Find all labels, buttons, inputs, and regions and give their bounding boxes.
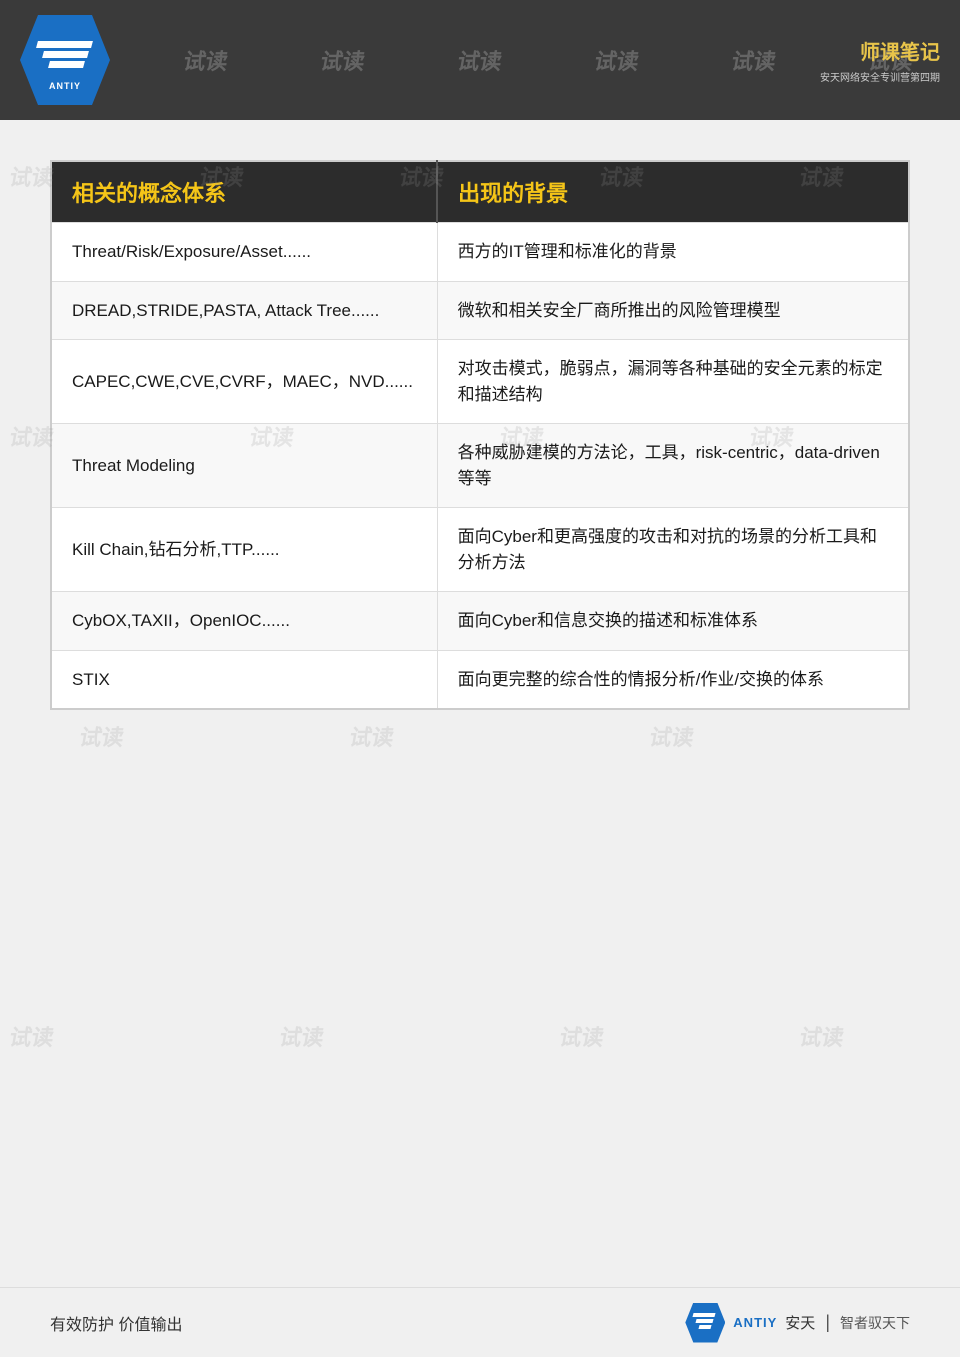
wm-3: 试读 <box>318 44 368 76</box>
table-cell-left-2: CAPEC,CWE,CVE,CVRF，MAEC，NVD...... <box>51 340 437 424</box>
footer-stripe-2 <box>696 1319 714 1323</box>
wm-2: 试读 <box>181 44 231 76</box>
concepts-table: 相关的概念体系 出现的背景 Threat/Risk/Exposure/Asset… <box>50 160 910 710</box>
header-brand-name: 师课笔记 <box>860 36 940 65</box>
table-cell-right-4: 面向Cyber和更高强度的攻击和对抗的场景的分析工具和分析方法 <box>437 508 909 592</box>
header-brand-sub: 安天网络安全专训营第四期 <box>820 69 940 84</box>
logo-stripe-3 <box>48 61 85 68</box>
table-cell-right-3: 各种威胁建模的方法论，工具，risk-centric，data-driven等等 <box>437 424 909 508</box>
table-cell-right-2: 对攻击模式，脆弱点，漏洞等各种基础的安全元素的标定和描述结构 <box>437 340 909 424</box>
bwm-13: 试读 <box>7 1020 57 1052</box>
footer-sub-brand: 智者驭天下 <box>840 1313 910 1333</box>
wm-5: 试读 <box>592 44 642 76</box>
footer-brand-name: 安天 <box>785 1312 815 1333</box>
table-cell-left-6: STIX <box>51 650 437 709</box>
table-cell-left-5: CybOX,TAXII，OpenIOC...... <box>51 592 437 651</box>
footer-right-area: ANTIY 安天 | 智者驭天下 <box>685 1303 910 1343</box>
table-row: STIX面向更完整的综合性的情报分析/作业/交换的体系 <box>51 650 909 709</box>
footer-logo-hex <box>685 1303 725 1343</box>
table-row: Threat/Risk/Exposure/Asset......西方的IT管理和… <box>51 223 909 282</box>
table-row: Threat Modeling各种威胁建模的方法论，工具，risk-centri… <box>51 424 909 508</box>
header-right-logo-area: 师课笔记 安天网络安全专训营第四期 <box>820 25 940 95</box>
table-header-row: 相关的概念体系 出现的背景 <box>51 161 909 223</box>
bwm-15: 试读 <box>557 1020 607 1052</box>
footer-hex-inner <box>693 1313 717 1333</box>
footer: 有效防护 价值输出 ANTIY 安天 | 智者驭天下 <box>0 1287 960 1357</box>
logo-antiy-text: ANTIY <box>49 81 81 91</box>
table-row: CAPEC,CWE,CVE,CVRF，MAEC，NVD......对攻击模式，脆… <box>51 340 909 424</box>
table-cell-left-4: Kill Chain,钻石分析,TTP...... <box>51 508 437 592</box>
table-row: Kill Chain,钻石分析,TTP......面向Cyber和更高强度的攻击… <box>51 508 909 592</box>
table-cell-left-3: Threat Modeling <box>51 424 437 508</box>
logo-stripe-1 <box>36 41 93 48</box>
footer-tagline: 有效防护 价值输出 <box>50 1311 182 1335</box>
table-cell-right-1: 微软和相关安全厂商所推出的风险管理模型 <box>437 281 909 340</box>
bwm-14: 试读 <box>277 1020 327 1052</box>
header-logo: ANTIY <box>20 15 110 105</box>
table-row: CybOX,TAXII，OpenIOC......面向Cyber和信息交换的描述… <box>51 592 909 651</box>
header-watermarks: 试读 试读 试读 试读 试读 试读 试读 <box>0 0 960 120</box>
bwm-16: 试读 <box>797 1020 847 1052</box>
table-row: DREAD,STRIDE,PASTA, Attack Tree......微软和… <box>51 281 909 340</box>
table-cell-right-5: 面向Cyber和信息交换的描述和标准体系 <box>437 592 909 651</box>
table-cell-left-1: DREAD,STRIDE,PASTA, Attack Tree...... <box>51 281 437 340</box>
table-cell-right-0: 西方的IT管理和标准化的背景 <box>437 223 909 282</box>
main-content: 相关的概念体系 出现的背景 Threat/Risk/Exposure/Asset… <box>0 120 960 750</box>
wm-4: 试读 <box>455 44 505 76</box>
logo-stripe-2 <box>42 51 89 58</box>
col2-header: 出现的背景 <box>437 161 909 223</box>
footer-antiy-label: ANTIY <box>733 1315 777 1330</box>
header-right-brand: 师课笔记 安天网络安全专训营第四期 <box>820 25 940 95</box>
table-cell-right-6: 面向更完整的综合性的情报分析/作业/交换的体系 <box>437 650 909 709</box>
header: ANTIY 试读 试读 试读 试读 试读 试读 试读 师课笔记 安天网络安全专训… <box>0 0 960 120</box>
footer-stripe-3 <box>699 1325 712 1329</box>
footer-stripe-1 <box>693 1313 716 1317</box>
logo-stripes <box>35 29 95 79</box>
table-cell-left-0: Threat/Risk/Exposure/Asset...... <box>51 223 437 282</box>
footer-divider: | <box>825 1312 830 1333</box>
col1-header: 相关的概念体系 <box>51 161 437 223</box>
wm-6: 试读 <box>729 44 779 76</box>
table-body: Threat/Risk/Exposure/Asset......西方的IT管理和… <box>51 223 909 710</box>
